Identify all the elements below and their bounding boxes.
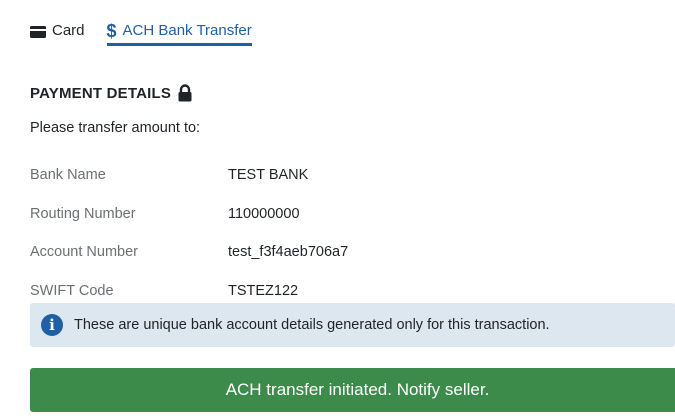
- detail-row-account-number: Account Number test_f3f4aeb706a7: [30, 233, 590, 272]
- lock-icon: [177, 84, 193, 102]
- account-number-label: Account Number: [30, 244, 138, 261]
- detail-row-routing-number: Routing Number 110000000: [30, 195, 590, 234]
- tab-card-label: Card: [52, 22, 85, 39]
- payment-panel: Card $ ACH Bank Transfer PAYMENT DETAILS…: [0, 0, 675, 420]
- payment-details-heading: PAYMENT DETAILS: [30, 84, 193, 102]
- payment-details-title: PAYMENT DETAILS: [30, 84, 172, 102]
- bank-details-list: Bank Name TEST BANK Routing Number 11000…: [30, 156, 590, 310]
- info-icon: i: [41, 314, 63, 336]
- credit-card-icon: [30, 25, 46, 38]
- tab-card[interactable]: Card: [30, 22, 85, 46]
- swift-code-label: SWIFT Code: [30, 282, 114, 299]
- swift-code-value: TSTEZ122: [228, 282, 299, 299]
- notify-seller-button[interactable]: ACH transfer initiated. Notify seller.: [30, 368, 675, 412]
- dollar-icon: $: [106, 21, 117, 41]
- tab-ach-label: ACH Bank Transfer: [122, 22, 252, 39]
- transfer-instruction: Please transfer amount to:: [30, 120, 201, 136]
- tab-ach-bank-transfer[interactable]: $ ACH Bank Transfer: [106, 21, 252, 46]
- bank-name-label: Bank Name: [30, 167, 106, 184]
- payment-method-tabs: Card $ ACH Bank Transfer: [30, 22, 252, 46]
- notify-seller-button-label: ACH transfer initiated. Notify seller.: [225, 380, 490, 399]
- info-alert: i These are unique bank account details …: [30, 303, 675, 347]
- routing-number-value: 110000000: [228, 205, 300, 222]
- routing-number-label: Routing Number: [30, 205, 136, 222]
- info-alert-text: These are unique bank account details ge…: [74, 317, 550, 333]
- detail-row-bank-name: Bank Name TEST BANK: [30, 156, 590, 195]
- account-number-value: test_f3f4aeb706a7: [228, 244, 349, 261]
- bank-name-value: TEST BANK: [228, 167, 309, 184]
